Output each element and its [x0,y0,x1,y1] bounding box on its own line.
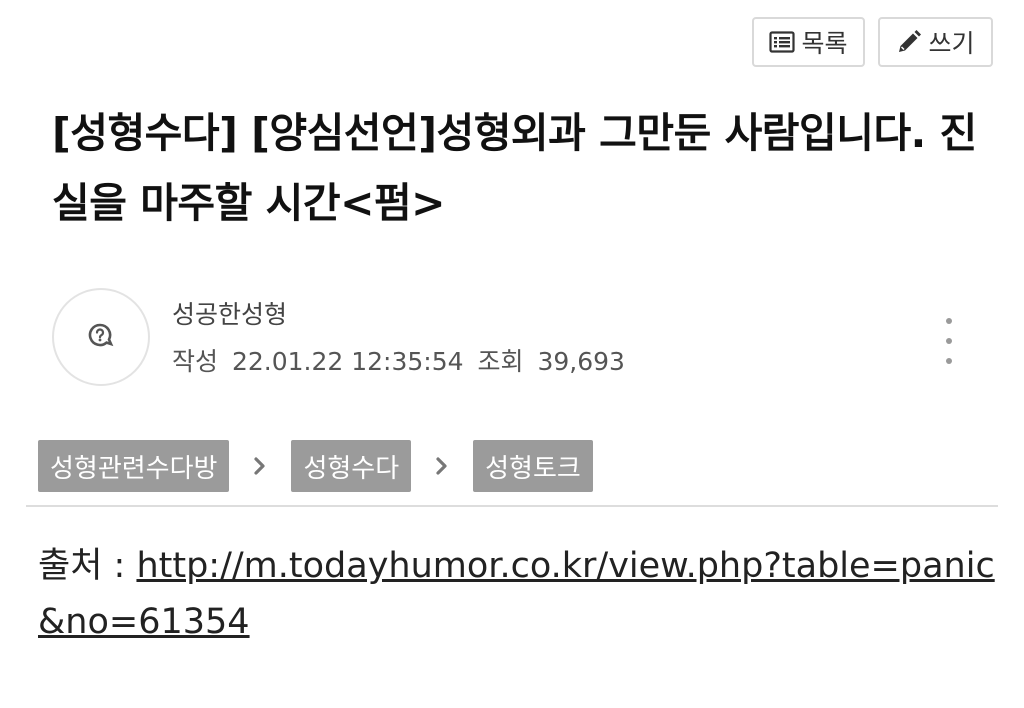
chevron-right-icon [229,456,291,476]
post-title: [성형수다] [양심선언]성형외과 그만둔 사람입니다. 진실을 마주할 시간<… [52,109,977,227]
pencil-icon [896,29,922,55]
breadcrumb-item-category[interactable]: 성형관련수다방 [38,440,230,492]
list-button-label: 목록 [801,29,848,58]
write-button-label: 쓰기 [928,29,975,58]
post-content: 출처 : http://m.todayhumor.co.kr/view.php?… [38,538,998,650]
post-date: 22.01.22 12:35:54 [231,347,464,376]
more-dot [946,338,952,344]
avatar[interactable] [52,288,150,386]
view-count: 39,693 [537,347,625,376]
breadcrumb-item-board[interactable]: 성형수다 [291,440,412,492]
breadcrumb: 성형관련수다방 성형수다 성형토크 [38,440,593,492]
more-vertical-icon[interactable] [932,318,966,364]
write-button[interactable]: 쓰기 [878,17,993,67]
source-link[interactable]: http://m.todayhumor.co.kr/view.php?table… [38,546,995,642]
chevron-right-icon [411,456,473,476]
question-bubble-icon [88,323,114,351]
written-label: 작성 [172,347,219,376]
source-label: 출처 : [38,546,137,586]
breadcrumb-item-subboard[interactable]: 성형토크 [473,440,593,492]
more-dot [946,318,952,324]
list-button[interactable]: 목록 [752,17,865,67]
author-name[interactable]: 성공한성형 [172,295,287,331]
post-meta: 작성 22.01.22 12:35:54 조회 39,693 [172,342,631,378]
list-icon [769,31,796,53]
views-label: 조회 [477,347,524,376]
divider [26,505,998,507]
more-dot [946,358,952,364]
